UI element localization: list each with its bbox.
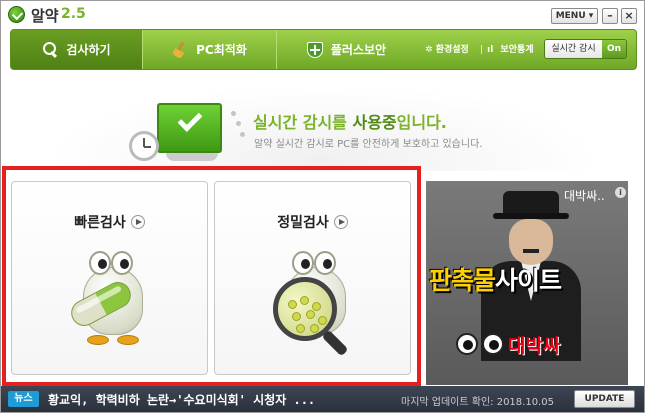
status-title: 실시간 감시를 사용중입니다. <box>253 113 447 132</box>
close-button[interactable]: × <box>621 8 637 24</box>
shield-plus-icon <box>306 41 323 58</box>
status-area: 실시간 감시를 사용중입니다. 알약 실시간 감시로 PC를 안전하게 보호하고… <box>1 71 644 171</box>
deep-scan-button[interactable]: 정밀검사 <box>214 181 411 375</box>
clock-icon <box>129 131 159 161</box>
app-version: 2.5 <box>61 6 86 22</box>
magnifier-character-icon <box>268 247 358 357</box>
realtime-label: 실시간 감시 <box>545 40 602 58</box>
broom-icon <box>172 42 188 58</box>
settings-link[interactable]: ✲ 환경설정 <box>425 45 473 55</box>
ad-banner[interactable]: 대박싸.. i 판촉물사이트 대박싸 <box>426 181 628 385</box>
pill-character-icon <box>65 247 155 347</box>
update-info: 마지막 업데이트 확인: 2018.10.05 <box>401 397 554 408</box>
stats-link[interactable]: ıl 보안통계 <box>487 45 537 55</box>
main-nav: 검사하기 PC최적화 플러스보안 ✲ 환경설정 | ıl 보안통계 실시간 감시 O… <box>10 29 637 70</box>
quick-scan-title: 빠른검사 <box>12 212 207 232</box>
monitor-stand <box>166 153 218 161</box>
app-name: 알약 <box>31 7 59 25</box>
stats-label: 보안통계 <box>500 45 534 55</box>
update-button[interactable]: UPDATE <box>574 390 635 408</box>
status-description: 알약 실시간 감시로 PC를 안전하게 보호하고 있습니다. <box>254 139 483 150</box>
ad-headline: 판촉물사이트 <box>429 266 562 295</box>
tab-plus-security-label: 플러스보안 <box>330 43 387 57</box>
bottom-bar: 뉴스 황교익, 학력비하 논란→'수요미식회' 시청자 ... 마지막 업데이트… <box>1 386 644 412</box>
search-icon <box>42 41 58 58</box>
app-window: 알약 2.5 MENU ▾ – × 검사하기 PC최적화 플러스보안 ✲ 환경설… <box>0 0 645 413</box>
ad-eyes-logo-icon <box>456 333 506 357</box>
dots-decoration <box>231 111 245 141</box>
news-badge: 뉴스 <box>8 391 39 407</box>
realtime-toggle[interactable]: 실시간 감시 On <box>544 39 627 59</box>
ad-info-icon[interactable]: i <box>615 187 626 198</box>
alyac-logo-icon <box>8 6 25 23</box>
bar-chart-icon: ıl <box>487 45 494 55</box>
tab-scan-label: 검사하기 <box>66 43 111 57</box>
play-icon <box>333 215 348 229</box>
play-icon <box>130 215 145 229</box>
settings-label: 환경설정 <box>435 45 469 55</box>
ad-brand: 대박싸 <box>508 335 561 357</box>
tab-plus-security[interactable]: 플러스보안 <box>276 30 416 69</box>
title-bar[interactable]: 알약 2.5 MENU ▾ – × <box>1 1 644 29</box>
monitor-check-icon <box>157 103 222 153</box>
realtime-state: On <box>602 40 626 58</box>
tab-pc-optimize[interactable]: PC최적화 <box>142 30 276 69</box>
quick-scan-button[interactable]: 빠른검사 <box>11 181 208 375</box>
tab-scan[interactable]: 검사하기 <box>11 30 142 69</box>
nav-links: ✲ 환경설정 | ıl 보안통계 <box>425 42 542 55</box>
minimize-button[interactable]: – <box>602 8 618 24</box>
deep-scan-title: 정밀검사 <box>215 212 410 232</box>
news-headline-link[interactable]: 황교익, 학력비하 논란→'수요미식회' 시청자 ... <box>48 391 315 408</box>
nav-separator: | <box>479 45 484 55</box>
menu-button[interactable]: MENU ▾ <box>551 8 598 24</box>
tab-pc-optimize-label: PC최적화 <box>196 43 247 57</box>
ad-top-text: 대박싸.. <box>564 189 605 203</box>
